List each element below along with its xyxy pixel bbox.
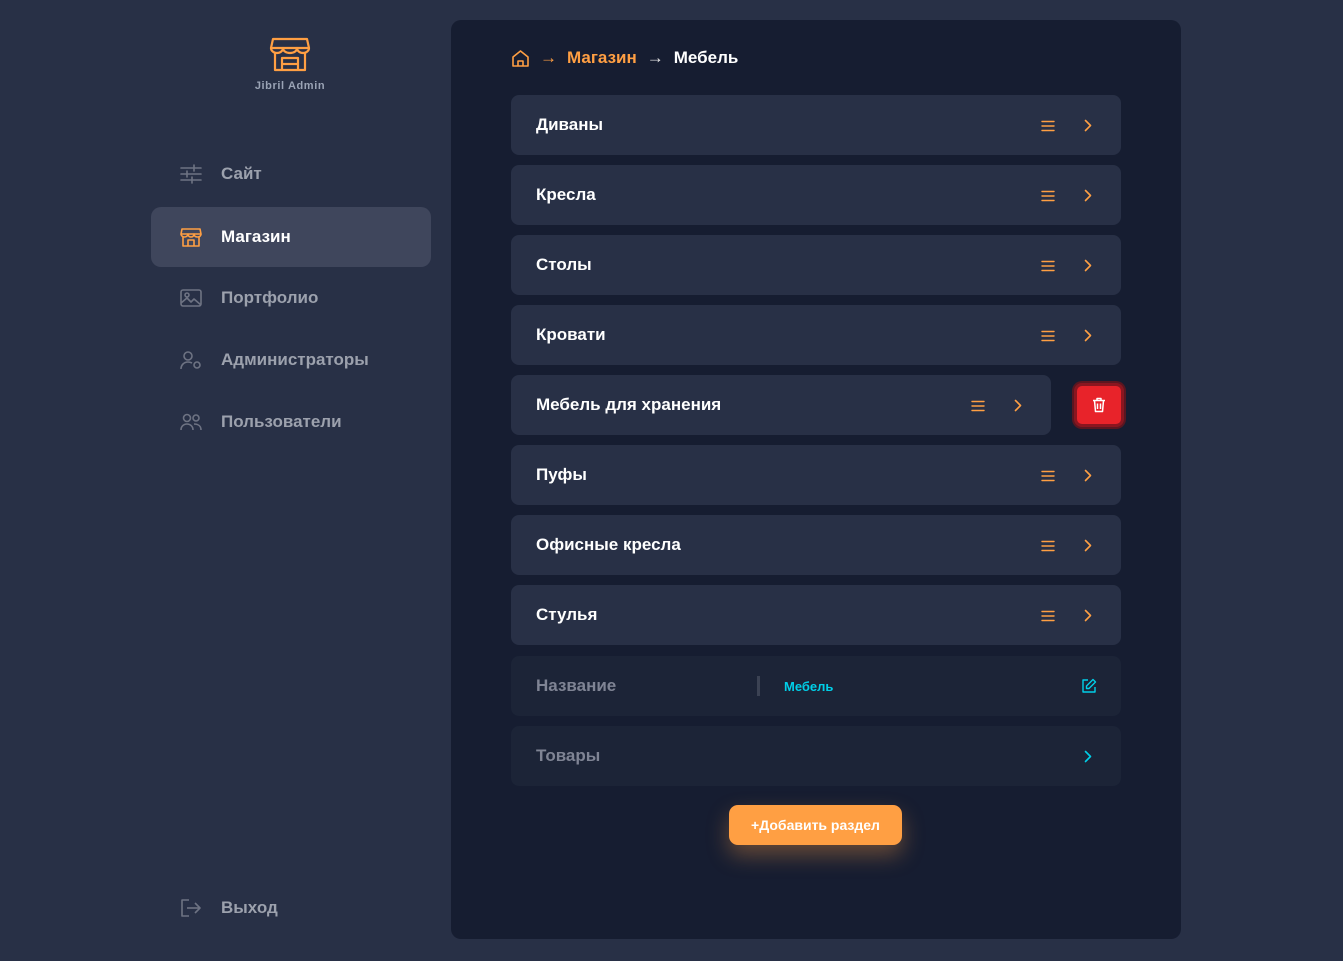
logout-icon — [180, 897, 202, 919]
sidebar-item-site[interactable]: Сайт — [151, 144, 431, 204]
users-icon — [180, 411, 202, 433]
home-icon[interactable] — [511, 49, 530, 67]
category-row[interactable]: Диваны — [511, 95, 1121, 155]
category-label: Диваны — [536, 115, 604, 134]
sidebar-item-label: Сайт — [221, 164, 262, 183]
sidebar-item-shop[interactable]: Магазин — [151, 207, 431, 267]
drag-handle-icon[interactable] — [1041, 119, 1055, 132]
category-label: Стулья — [536, 605, 598, 624]
drag-handle-icon[interactable] — [1041, 329, 1055, 342]
user-gear-icon — [180, 349, 202, 371]
store-icon — [180, 226, 202, 248]
name-value: Мебель — [784, 678, 834, 694]
divider — [757, 676, 760, 696]
chevron-right-icon[interactable] — [1081, 118, 1095, 132]
chevron-right-icon[interactable] — [1011, 398, 1025, 412]
chevron-right-icon[interactable] — [1081, 538, 1095, 552]
delete-button[interactable] — [1074, 383, 1124, 427]
drag-handle-icon[interactable] — [1041, 189, 1055, 202]
sidebar-item-portfolio[interactable]: Портфолио — [151, 268, 431, 328]
store-icon — [269, 37, 311, 72]
category-row[interactable]: Стулья — [511, 585, 1121, 645]
sidebar-item-label: Пользователи — [221, 412, 342, 431]
sidebar: Jibril Admin Сайт Магазин Портфолио Адми… — [0, 0, 451, 961]
drag-handle-icon[interactable] — [1041, 469, 1055, 482]
category-label: Офисные кресла — [536, 535, 681, 554]
category-row[interactable]: Пуфы — [511, 445, 1121, 505]
brand-logo[interactable]: Jibril Admin — [240, 36, 340, 92]
main-panel: → Магазин → Мебель Диваны Кресла Столы Кров… — [451, 20, 1181, 939]
products-label: Товары — [536, 746, 601, 765]
chevron-right-icon[interactable] — [1081, 328, 1095, 342]
breadcrumb: → Магазин → Мебель — [511, 46, 738, 70]
sidebar-item-admins[interactable]: Администраторы — [151, 330, 431, 390]
category-label: Мебель для хранения — [536, 395, 722, 414]
sidebar-item-label: Портфолио — [221, 288, 319, 307]
breadcrumb-separator: → — [646, 48, 664, 67]
name-row: Название Мебель — [511, 656, 1121, 716]
chevron-right-icon[interactable] — [1081, 188, 1095, 202]
name-label: Название — [536, 676, 617, 695]
logout-button[interactable]: Выход — [151, 878, 431, 938]
category-row[interactable]: Мебель для хранения — [511, 375, 1051, 435]
edit-icon[interactable] — [1081, 678, 1097, 694]
drag-handle-icon[interactable] — [1041, 259, 1055, 272]
drag-handle-icon[interactable] — [1041, 539, 1055, 552]
sidebar-item-label: Магазин — [221, 227, 291, 246]
category-row[interactable]: Столы — [511, 235, 1121, 295]
category-label: Столы — [536, 255, 592, 274]
sliders-icon — [180, 163, 202, 185]
sidebar-item-users[interactable]: Пользователи — [151, 392, 431, 452]
category-row[interactable]: Офисные кресла — [511, 515, 1121, 575]
chevron-right-icon[interactable] — [1081, 608, 1095, 622]
chevron-right-icon[interactable] — [1081, 468, 1095, 482]
category-row[interactable]: Кровати — [511, 305, 1121, 365]
trash-icon — [1093, 397, 1105, 413]
category-label: Кровати — [536, 325, 606, 344]
breadcrumb-current: Мебель — [673, 48, 739, 67]
brand-name: Jibril Admin — [254, 80, 326, 92]
chevron-right-icon[interactable] — [1081, 749, 1095, 763]
logout-label: Выход — [221, 898, 278, 917]
image-icon — [180, 287, 202, 309]
breadcrumb-separator: → — [540, 48, 557, 67]
drag-handle-icon[interactable] — [971, 399, 985, 412]
category-row[interactable]: Кресла — [511, 165, 1121, 225]
drag-handle-icon[interactable] — [1041, 609, 1055, 622]
breadcrumb-parent[interactable]: Магазин — [567, 48, 637, 68]
products-row[interactable]: Товары — [511, 726, 1121, 786]
add-section-button[interactable]: +Добавить раздел — [729, 805, 902, 845]
category-label: Кресла — [536, 185, 596, 204]
chevron-right-icon[interactable] — [1081, 258, 1095, 272]
category-label: Пуфы — [536, 465, 587, 484]
sidebar-item-label: Администраторы — [221, 350, 369, 369]
